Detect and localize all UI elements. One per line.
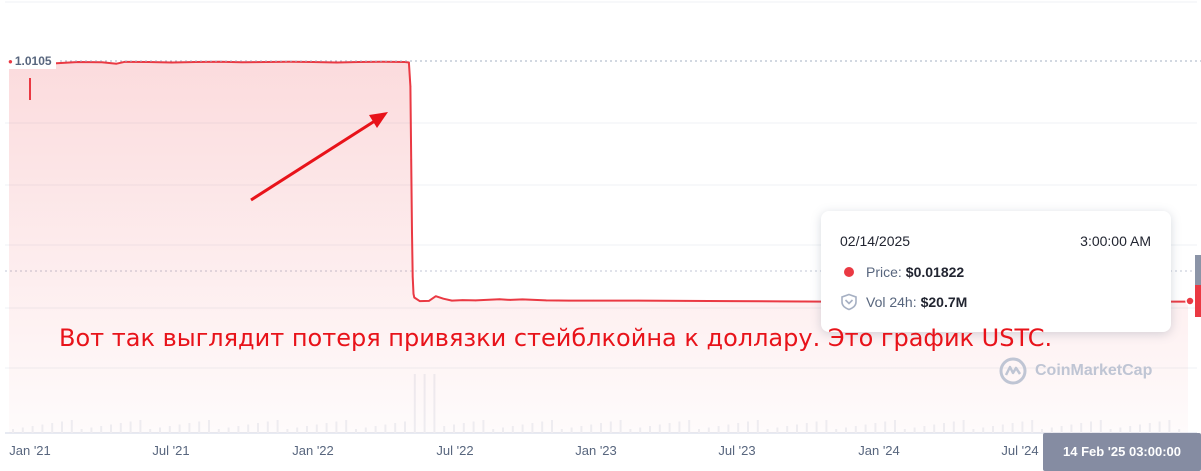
tooltip-price-label: Price: [866, 264, 902, 280]
price-tooltip: 02/14/2025 3:00:00 AM Price: $0.01822 Vo… [821, 211, 1171, 332]
price-point [410, 158, 413, 161]
price-point [509, 299, 512, 301]
price-point [77, 61, 79, 63]
price-point [288, 60, 290, 63]
price-point [411, 275, 414, 278]
x-tick-label: Jan '24 [858, 443, 900, 458]
x-tick-label: Jul '21 [152, 443, 190, 458]
current-price-label: 1.0105 [14, 54, 52, 68]
x-tick-label: Jul '24 [1001, 443, 1039, 458]
price-point [412, 293, 415, 295]
price-point [434, 295, 437, 298]
x-tick-label: Jul '23 [718, 443, 756, 458]
price-point [101, 61, 103, 64]
tooltip-volume-label: Vol 24h: [866, 294, 917, 310]
price-point [115, 62, 118, 65]
price-point [568, 299, 571, 302]
price-point [413, 296, 416, 299]
tooltip-time: 3:00:00 AM [1080, 233, 1151, 249]
coinmarketcap-watermark: CoinMarketCap [999, 356, 1179, 386]
crosshair-date-badge: 14 Feb '25 03:00:00 [1043, 433, 1201, 471]
x-tick-label: Jan '23 [575, 443, 617, 458]
tooltip-volume-value: $20.7M [920, 294, 968, 310]
price-point [521, 298, 524, 301]
x-tick-label: Jan '22 [292, 443, 334, 458]
price-point [411, 232, 413, 234]
tooltip-price-value: $0.01822 [905, 264, 965, 280]
series-end-marker [1195, 255, 1201, 317]
price-point [408, 61, 410, 64]
price-dot-icon [844, 267, 854, 277]
price-point [418, 300, 421, 302]
price-point [461, 299, 464, 301]
price-point [637, 299, 640, 302]
price-cursor-dot [1185, 296, 1195, 306]
price-point [357, 61, 360, 63]
price-point [147, 61, 150, 63]
price-point [778, 300, 781, 303]
price-point [170, 61, 173, 64]
tooltip-date: 02/14/2025 [840, 233, 911, 249]
x-tick-label: Jul '22 [436, 443, 474, 458]
price-point [428, 300, 430, 302]
annotation-text: Вот так выглядит потеря привязки стейблк… [59, 324, 1053, 352]
price-point [442, 297, 445, 300]
price-point [218, 60, 221, 63]
price-point [312, 61, 314, 63]
price-point [474, 299, 477, 302]
price-point [545, 299, 548, 302]
volume-shield-icon [841, 293, 857, 311]
x-tick-label: Jan '21 [9, 443, 51, 458]
current-price-badge: ● 1.0105 [4, 53, 56, 69]
price-point [335, 61, 338, 64]
coinmarketcap-logo-icon [999, 357, 1027, 385]
price-point [451, 299, 453, 302]
watermark-text: CoinMarketCap [1035, 362, 1153, 379]
price-dot-icon: ● [8, 56, 13, 66]
price-point [241, 61, 244, 64]
price-point [592, 299, 594, 302]
price-point [409, 85, 412, 88]
price-point [55, 62, 58, 65]
price-point [731, 300, 733, 302]
price-point [498, 298, 501, 300]
price-point [684, 300, 687, 302]
